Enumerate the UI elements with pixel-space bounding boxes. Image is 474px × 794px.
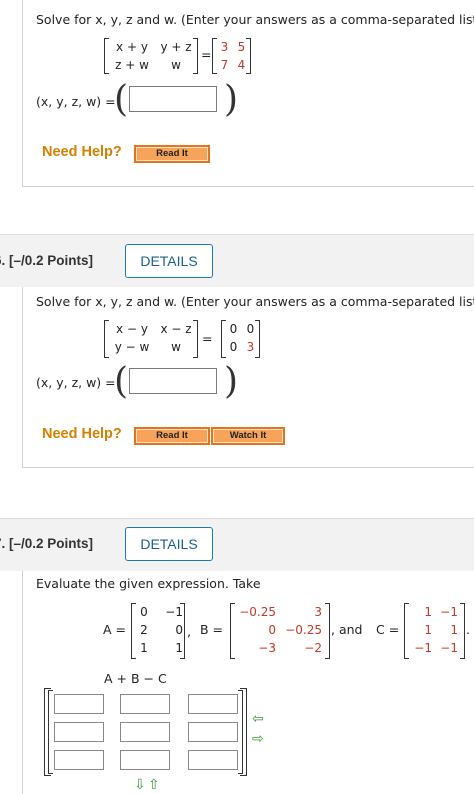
q5-answer-input[interactable] (129, 86, 217, 112)
q5-rhs-right-bracket (246, 38, 251, 74)
q6-rhs-matrix: 0 0 0 3 (225, 320, 259, 356)
q7-grid-input-r3c3[interactable] (188, 750, 238, 770)
q7-A-cell: 0 (175, 623, 183, 637)
q7-B-label: B = (200, 622, 224, 637)
q7-grid-input-r1c2[interactable] (120, 694, 170, 714)
q5-lhs-cell: w (171, 58, 181, 72)
q7-A-right-bracket (180, 603, 185, 659)
q6-details-button[interactable]: DETAILS (125, 244, 213, 278)
q7-grid-input-r1c1[interactable] (54, 694, 104, 714)
q5-read-it-button[interactable]: Read It (134, 145, 210, 163)
q7-grid-input-r3c2[interactable] (120, 750, 170, 770)
q7-grid-input-r3c1[interactable] (54, 750, 104, 770)
q7-details-button[interactable]: DETAILS (125, 527, 213, 561)
q7-A-cell: 0 (140, 605, 148, 619)
q7-A-comma: , (187, 624, 191, 639)
q6-lhs-cell: y − w (114, 340, 150, 354)
q7-C-right-bracket (460, 603, 465, 659)
q7-C-cell: 1 (424, 623, 432, 637)
q6-lhs-cell: w (171, 340, 181, 354)
q6-read-it-button[interactable]: Read It (134, 427, 210, 445)
q5-equals: = (201, 47, 212, 62)
q7-grid-input-r2c3[interactable] (188, 722, 238, 742)
q7-B-cell: 0 (268, 623, 276, 637)
q7-A-cell: −1 (165, 605, 183, 619)
q6-answer-label: (x, y, z, w) = (36, 375, 116, 390)
q7-B-cell: −3 (258, 641, 276, 655)
q6-lhs-right-bracket (193, 320, 198, 358)
q7-period: . (466, 622, 470, 637)
q6-rhs-cell: 0 (229, 322, 238, 336)
q7-C-cell: 1 (424, 605, 432, 619)
q5-open-paren: ( (114, 79, 129, 120)
q7-C-cell: −1 (440, 605, 458, 619)
q6-rhs-cell: 0 (229, 340, 238, 354)
q7-B-cell: −0.25 (239, 605, 276, 619)
q5-rhs-cell: 3 (220, 40, 229, 54)
q7-A-cell: 2 (140, 623, 148, 637)
q5-need-help: Need Help? (42, 144, 122, 160)
q7-and-text: , and (331, 622, 363, 637)
q7-C-cell: −1 (414, 641, 432, 655)
add-column-arrow-icon[interactable]: ⇨ (252, 732, 264, 746)
q6-lhs-cell: x − y (116, 322, 148, 336)
q7-B-cell: −2 (304, 641, 322, 655)
remove-column-arrow-icon[interactable]: ⇦ (252, 712, 264, 726)
q7-prompt: Evaluate the given expression. Take (36, 576, 261, 591)
q5-lhs-cell: x + y (116, 40, 148, 54)
q5-rhs-cell: 7 (220, 58, 229, 72)
q5-prompt: Solve for x, y, z and w. (Enter your ans… (36, 12, 474, 27)
remove-row-arrow-icon[interactable]: ⇧ (148, 778, 160, 792)
q5-close-paren: ) (224, 79, 239, 120)
q5-lhs-cell: y + z (160, 40, 192, 54)
q6-lhs-left-bracket (104, 320, 109, 358)
q7-B-matrix: −0.25 3 0 −0.25 −3 −2 (234, 603, 322, 657)
q7-B-right-bracket (325, 603, 330, 659)
q7-A-label: A = (103, 622, 126, 637)
q7-C-label: C = (376, 622, 400, 637)
q6-need-help: Need Help? (42, 426, 122, 442)
q5-lhs-right-bracket (193, 38, 198, 74)
q6-points: 6. [–/0.2 Points] (0, 253, 94, 268)
q7-C-cell: −1 (440, 641, 458, 655)
q7-grid-input-r2c1[interactable] (54, 722, 104, 742)
q7-grid-right-bracket (240, 688, 247, 776)
q7-B-cell: −0.25 (285, 623, 322, 637)
q6-equals: = (202, 331, 213, 346)
q6-lhs-matrix: x − y x − z y − w w (110, 320, 198, 356)
q7-C-matrix: 1 −1 1 1 −1 −1 (408, 603, 458, 657)
q7-A-matrix: 0 −1 2 0 1 1 (135, 603, 183, 657)
q7-grid-input-r1c3[interactable] (188, 694, 238, 714)
q7-expression: A + B − C (104, 671, 167, 686)
q7-A-cell: 1 (140, 641, 148, 655)
q7-A-cell: 1 (175, 641, 183, 655)
q6-prompt: Solve for x, y, z and w. (Enter your ans… (36, 294, 474, 309)
q7-grid-left-bracket-inner (48, 690, 53, 774)
add-row-arrow-icon[interactable]: ⇩ (134, 778, 146, 792)
q5-answer-label: (x, y, z, w) = (36, 94, 116, 109)
q6-answer-input[interactable] (129, 368, 217, 394)
q5-rhs-matrix: 3 5 7 4 (216, 38, 250, 74)
q6-rhs-right-bracket (255, 320, 260, 358)
q7-grid-input-r2c2[interactable] (120, 722, 170, 742)
q5-lhs-cell: z + w (115, 58, 149, 72)
q7-C-cell: 1 (450, 623, 458, 637)
q6-open-paren: ( (114, 361, 129, 402)
q6-lhs-cell: x − z (160, 322, 192, 336)
q7-points: 7. [–/0.2 Points] (0, 536, 94, 551)
q7-B-cell: 3 (314, 605, 322, 619)
q5-lhs-matrix: x + y y + z z + w w (110, 38, 198, 74)
q6-watch-it-button[interactable]: Watch It (211, 427, 285, 445)
q5-lhs-left-bracket (104, 38, 109, 74)
q6-close-paren: ) (224, 361, 239, 402)
